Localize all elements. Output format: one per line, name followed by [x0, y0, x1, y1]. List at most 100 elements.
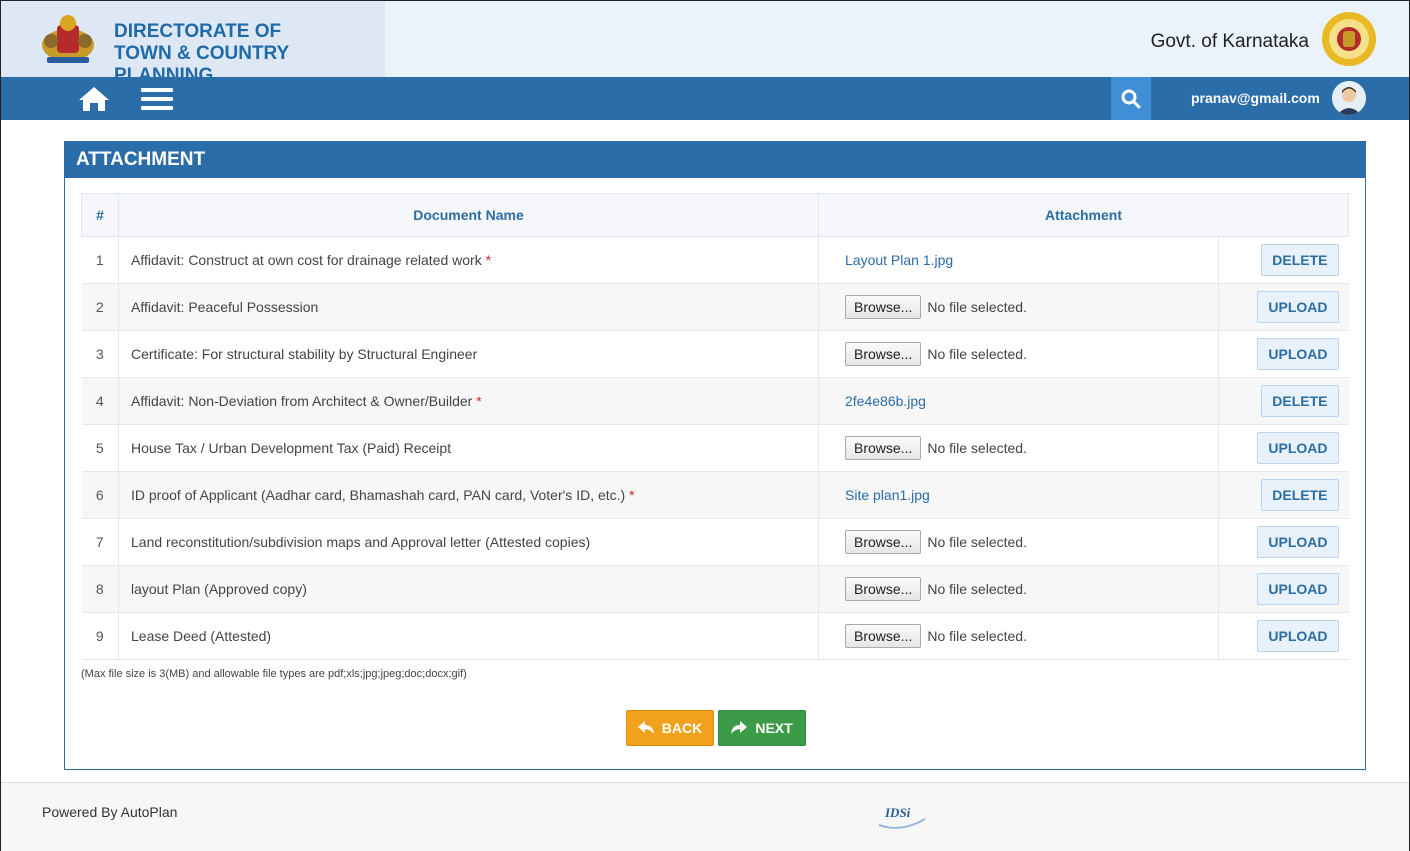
attachment-panel: ATTACHMENT # Document Name Attachment 1A…: [64, 141, 1366, 770]
table-body: 1 Affidavit: Construct at own cost for dr…: [81, 236, 1349, 660]
document-name: Land reconstitution/subdivision maps and…: [131, 534, 591, 550]
no-file-status: No file selected.: [927, 628, 1027, 644]
document-name: Affidavit: Non-Deviation from Architect …: [131, 393, 473, 409]
attachment-cell: Layout Plan 1.jpg: [818, 236, 1219, 284]
action-cell: UPLOAD: [1218, 424, 1349, 472]
govt-label: Govt. of Karnataka: [1150, 31, 1309, 52]
col-document-name: Document Name: [118, 193, 819, 237]
table-row: 1 Affidavit: Construct at own cost for dr…: [81, 236, 1349, 284]
browse-file-button[interactable]: Browse...: [845, 530, 922, 554]
document-name-cell: Lease Deed (Attested): [118, 612, 819, 660]
hamburger-menu-icon[interactable]: [141, 87, 173, 111]
action-cell: DELETE: [1218, 471, 1349, 519]
browse-file-button[interactable]: Browse...: [845, 342, 922, 366]
action-cell: UPLOAD: [1218, 330, 1349, 378]
back-label: BACK: [661, 720, 703, 736]
document-name: Affidavit: Construct at own cost for dra…: [131, 252, 482, 268]
next-label: NEXT: [755, 720, 793, 736]
avatar[interactable]: [1332, 81, 1366, 115]
document-name-cell: Affidavit: Non-Deviation from Architect …: [118, 377, 819, 425]
browse-file-button[interactable]: Browse...: [845, 436, 922, 460]
idsi-logo-text: IDSi: [884, 805, 911, 820]
no-file-status: No file selected.: [927, 534, 1027, 550]
upload-button[interactable]: UPLOAD: [1257, 620, 1339, 652]
document-name: Affidavit: Peaceful Possession: [131, 299, 319, 315]
action-cell: UPLOAD: [1218, 283, 1349, 331]
user-email[interactable]: pranav@gmail.com: [1191, 90, 1320, 106]
document-name: Lease Deed (Attested): [131, 628, 272, 644]
table-row: 7 Land reconstitution/subdivision maps an…: [81, 518, 1349, 566]
search-button[interactable]: [1111, 77, 1151, 120]
brand-area[interactable]: DIRECTORATE OF TOWN & COUNTRY PLANNING: [1, 1, 385, 86]
idsi-logo-icon: IDSi: [878, 805, 926, 829]
document-name-cell: Land reconstitution/subdivision maps and…: [118, 518, 819, 566]
table-row: 6 ID proof of Applicant (Aadhar card, Bha…: [81, 471, 1349, 519]
upload-button[interactable]: UPLOAD: [1257, 291, 1339, 323]
upload-button[interactable]: UPLOAD: [1257, 432, 1339, 464]
action-cell: DELETE: [1218, 236, 1349, 284]
delete-button[interactable]: DELETE: [1261, 479, 1339, 511]
document-name-cell: House Tax / Urban Development Tax (Paid)…: [118, 424, 819, 472]
browse-file-button[interactable]: Browse...: [845, 624, 922, 648]
attachment-cell: Browse... No file selected.: [818, 612, 1219, 660]
col-number: #: [81, 193, 119, 237]
document-name-cell: ID proof of Applicant (Aadhar card, Bham…: [118, 471, 819, 519]
main-navbar: pranav@gmail.com: [1, 77, 1409, 120]
col-attachment: Attachment: [818, 193, 1349, 237]
upload-button[interactable]: UPLOAD: [1257, 338, 1339, 370]
required-marker: *: [485, 252, 492, 268]
row-number: 6: [81, 471, 119, 519]
back-button[interactable]: BACK: [626, 710, 714, 746]
browse-file-button[interactable]: Browse...: [845, 295, 922, 319]
org-line-1: DIRECTORATE OF: [114, 21, 282, 42]
document-name: House Tax / Urban Development Tax (Paid)…: [131, 440, 452, 456]
delete-button[interactable]: DELETE: [1261, 385, 1339, 417]
table-row: 4 Affidavit: Non-Deviation from Architect…: [81, 377, 1349, 425]
attachment-table: # Document Name Attachment 1 Affidavit: C…: [81, 193, 1349, 660]
row-number: 1: [81, 236, 119, 284]
row-number: 4: [81, 377, 119, 425]
top-header: DIRECTORATE OF TOWN & COUNTRY PLANNING Go…: [1, 1, 1409, 86]
attachment-cell: Browse... No file selected.: [818, 330, 1219, 378]
powered-by: Powered By AutoPlan: [42, 804, 178, 820]
browse-file-button[interactable]: Browse...: [845, 577, 922, 601]
attachment-cell: Browse... No file selected.: [818, 283, 1219, 331]
attachment-cell: 2fe4e86b.jpg: [818, 377, 1219, 425]
panel-title: ATTACHMENT: [65, 142, 1365, 178]
row-number: 8: [81, 565, 119, 613]
action-cell: UPLOAD: [1218, 518, 1349, 566]
required-marker: *: [476, 393, 482, 409]
file-size-note: (Max file size is 3(MB) and allowable fi…: [81, 668, 467, 680]
attachment-cell: Browse... No file selected.: [818, 424, 1219, 472]
attachment-cell: Site plan1.jpg: [818, 471, 1219, 519]
table-row: 9 Lease Deed (Attested) Browse... No file s…: [81, 612, 1349, 660]
upload-button[interactable]: UPLOAD: [1257, 573, 1339, 605]
delete-button[interactable]: DELETE: [1261, 244, 1339, 276]
no-file-status: No file selected.: [927, 440, 1027, 456]
required-marker: *: [629, 487, 635, 503]
attached-file-link[interactable]: Layout Plan 1.jpg: [845, 252, 953, 268]
table-row: 3 Certificate: For structural stability b…: [81, 330, 1349, 378]
upload-button[interactable]: UPLOAD: [1257, 526, 1339, 558]
document-name-cell: Affidavit: Peaceful Possession: [118, 283, 819, 331]
attached-file-link[interactable]: 2fe4e86b.jpg: [845, 393, 926, 409]
govt-seal-icon: [1322, 12, 1376, 66]
next-button[interactable]: NEXT: [718, 710, 806, 746]
attachment-cell: Browse... No file selected.: [818, 518, 1219, 566]
action-cell: DELETE: [1218, 377, 1349, 425]
row-number: 2: [81, 283, 119, 331]
attachment-cell: Browse... No file selected.: [818, 565, 1219, 613]
table-row: 2 Affidavit: Peaceful Possession Browse...…: [81, 283, 1349, 331]
footer: Powered By AutoPlan IDSi: [1, 782, 1409, 851]
attached-file-link[interactable]: Site plan1.jpg: [845, 487, 930, 503]
no-file-status: No file selected.: [927, 346, 1027, 362]
no-file-status: No file selected.: [927, 299, 1027, 315]
search-icon: [1121, 89, 1141, 108]
table-row: 8 layout Plan (Approved copy) Browse... No …: [81, 565, 1349, 613]
document-name: Certificate: For structural stability by…: [131, 346, 478, 362]
row-number: 5: [81, 424, 119, 472]
document-name: layout Plan (Approved copy): [131, 581, 307, 597]
document-name-cell: layout Plan (Approved copy): [118, 565, 819, 613]
document-name-cell: Certificate: For structural stability by…: [118, 330, 819, 378]
home-icon[interactable]: [77, 85, 111, 113]
